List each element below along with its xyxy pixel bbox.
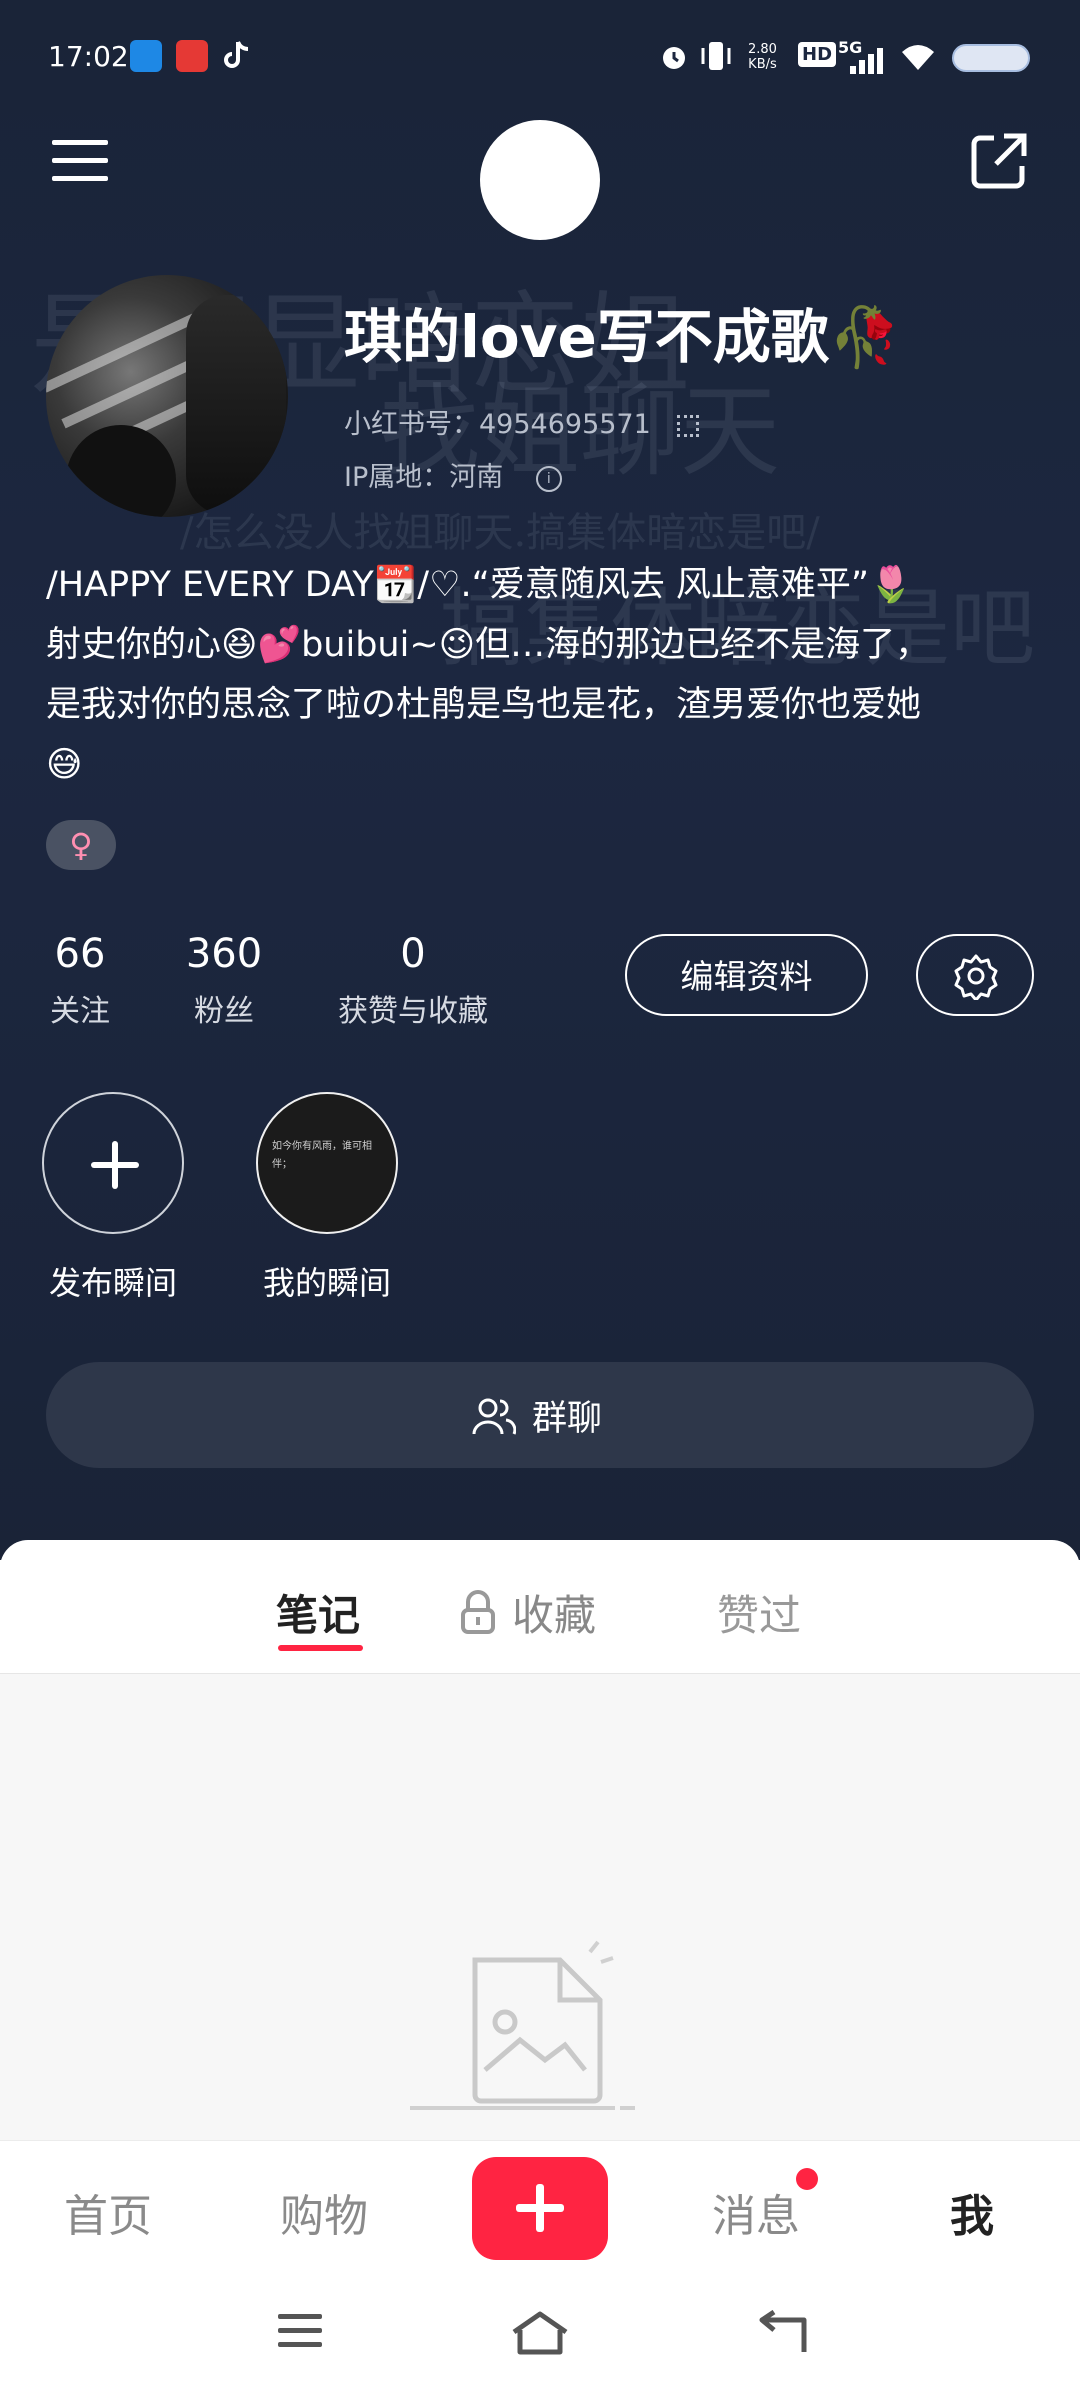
bio-line: 😅 bbox=[46, 745, 83, 785]
people-icon bbox=[472, 1398, 516, 1435]
status-time: 17:02 bbox=[48, 40, 129, 73]
hd-badge: HD bbox=[798, 42, 837, 67]
plus-icon bbox=[516, 2184, 564, 2232]
profile-username: 琪的love写不成歌🥀 bbox=[344, 303, 902, 371]
empty-note-icon bbox=[410, 1940, 635, 2110]
qr-code-icon[interactable] bbox=[677, 414, 700, 437]
signal-icon bbox=[850, 48, 883, 74]
my-moment-label: 我的瞬间 bbox=[262, 1264, 391, 1302]
network-speed: 2.80 KB/s bbox=[748, 42, 777, 72]
lock-icon bbox=[461, 1590, 495, 1634]
back-icon[interactable] bbox=[756, 2310, 808, 2356]
active-tab-indicator bbox=[278, 1645, 363, 1651]
edit-profile-button[interactable]: 编辑资料 bbox=[625, 934, 868, 1016]
profile-bio: /HAPPY EVERY DAY📆/♡.“爱意随风去 风止意难平”🌷 射史你的心… bbox=[46, 555, 1036, 795]
group-chat-button[interactable]: 群聊 bbox=[46, 1362, 1034, 1468]
notes-empty-area bbox=[0, 1673, 1080, 2144]
post-moment-label: 发布瞬间 bbox=[48, 1264, 177, 1302]
stat-likes-collects[interactable]: 0 获赞与收藏 bbox=[328, 930, 498, 1030]
vibrate-icon bbox=[701, 42, 731, 70]
settings-button[interactable] bbox=[916, 934, 1034, 1016]
gender-badge: ♀ bbox=[46, 820, 116, 870]
recent-apps-icon[interactable] bbox=[276, 2310, 324, 2350]
share-external-icon[interactable] bbox=[970, 132, 1028, 190]
group-chat-label: 群聊 bbox=[532, 1399, 603, 1439]
message-badge bbox=[796, 2168, 818, 2190]
gear-icon bbox=[954, 954, 998, 1000]
post-moment-button[interactable] bbox=[42, 1092, 184, 1234]
plus-icon bbox=[91, 1141, 139, 1189]
taobao-icon bbox=[176, 40, 208, 72]
alarm-icon bbox=[663, 47, 685, 69]
stat-followers[interactable]: 360 粉丝 bbox=[172, 930, 276, 1030]
status-bar: 17:02 2.80 KB/s HD 5G bbox=[0, 0, 1080, 110]
hamburger-menu-icon[interactable] bbox=[52, 138, 108, 184]
avatar[interactable] bbox=[46, 275, 288, 517]
bio-line: 是我对你的思念了啦の杜鹃是鸟也是花，渣男爱你也爱她 bbox=[46, 685, 922, 725]
create-post-button[interactable] bbox=[472, 2157, 608, 2260]
ip-location-row: IP属地：河南 i bbox=[344, 455, 562, 494]
stat-following[interactable]: 66 关注 bbox=[38, 930, 122, 1030]
moment-preview-text: 如今你有风雨，谁可相伴； bbox=[272, 1141, 372, 1170]
wifi-icon bbox=[902, 45, 934, 70]
tab-notes[interactable]: 笔记 bbox=[276, 1582, 360, 1643]
my-moment-thumbnail[interactable]: 如今你有风雨，谁可相伴； bbox=[256, 1092, 398, 1234]
battery-icon bbox=[952, 44, 1030, 72]
xhs-id-row[interactable]: 小红书号：4954695571 bbox=[344, 402, 700, 441]
tab-liked[interactable]: 赞过 bbox=[717, 1582, 801, 1643]
home-icon[interactable] bbox=[510, 2310, 570, 2356]
nav-messages[interactable]: 消息 bbox=[676, 2180, 836, 2244]
tab-collections[interactable]: 收藏 bbox=[460, 1582, 596, 1643]
info-icon[interactable]: i bbox=[535, 465, 562, 492]
bio-line: /HAPPY EVERY DAY📆/♡.“爱意随风去 风止意难平”🌷 bbox=[46, 565, 913, 605]
background-text: /怎么没人找姐聊天.搞集体暗恋是吧/ bbox=[180, 510, 820, 556]
center-profile-dot bbox=[480, 120, 600, 240]
tiktok-icon bbox=[224, 41, 249, 68]
bio-line: 射史你的心😆💕buibui~😉但…海的那边已经不是海了， bbox=[46, 625, 931, 665]
pinned-app-icon bbox=[130, 40, 162, 72]
nav-me[interactable]: 我 bbox=[892, 2180, 1052, 2244]
nav-shopping[interactable]: 购物 bbox=[244, 2180, 404, 2244]
nav-home[interactable]: 首页 bbox=[28, 2180, 188, 2244]
